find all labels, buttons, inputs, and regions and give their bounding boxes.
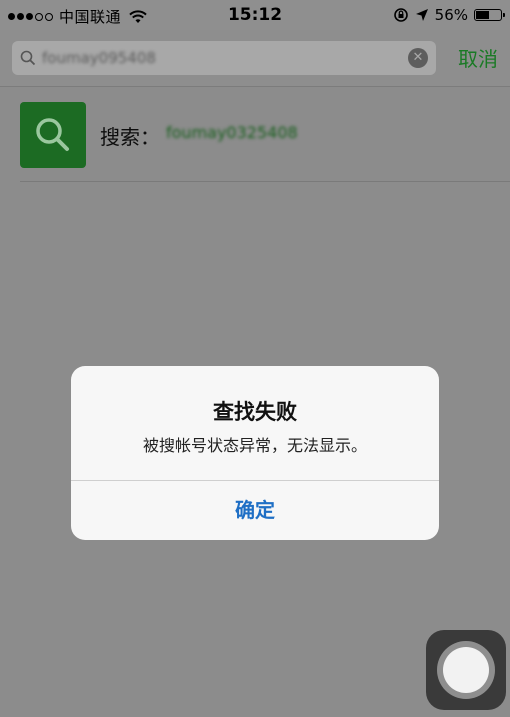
- search-result-query: foumay0325408: [166, 123, 298, 142]
- battery-percent: 56%: [434, 6, 468, 24]
- assistive-touch-core: [443, 647, 489, 693]
- divider: [20, 181, 510, 182]
- search-result-icon: [20, 102, 86, 168]
- search-result-label: 搜索：: [100, 125, 160, 149]
- search-icon: [20, 50, 36, 66]
- assistive-touch-ring: [437, 641, 495, 699]
- rotation-lock-icon: [393, 8, 408, 22]
- battery-fill: [476, 11, 489, 19]
- assistive-touch-button[interactable]: [426, 630, 506, 710]
- search-query-text[interactable]: foumay095408: [42, 49, 156, 67]
- confirm-button[interactable]: 确定: [71, 481, 439, 540]
- status-bar: 中国联通 15:12 56%: [0, 0, 510, 30]
- alert-title: 查找失败: [213, 400, 297, 424]
- location-icon: [415, 9, 428, 21]
- search-icon: [36, 118, 69, 151]
- search-bar: foumay095408 ✕ 取消: [0, 30, 510, 87]
- cancel-button[interactable]: 取消: [458, 43, 498, 72]
- alert-message: 被搜帐号状态异常，无法显示。: [142, 436, 367, 455]
- battery-icon: [474, 9, 505, 21]
- search-input[interactable]: foumay095408 ✕: [12, 41, 436, 75]
- status-right: 56%: [393, 6, 505, 24]
- clear-icon[interactable]: ✕: [408, 48, 428, 68]
- alert-dialog: 查找失败 被搜帐号状态异常，无法显示。 确定: [71, 366, 439, 540]
- search-result-row[interactable]: 搜索： foumay0325408: [0, 87, 510, 182]
